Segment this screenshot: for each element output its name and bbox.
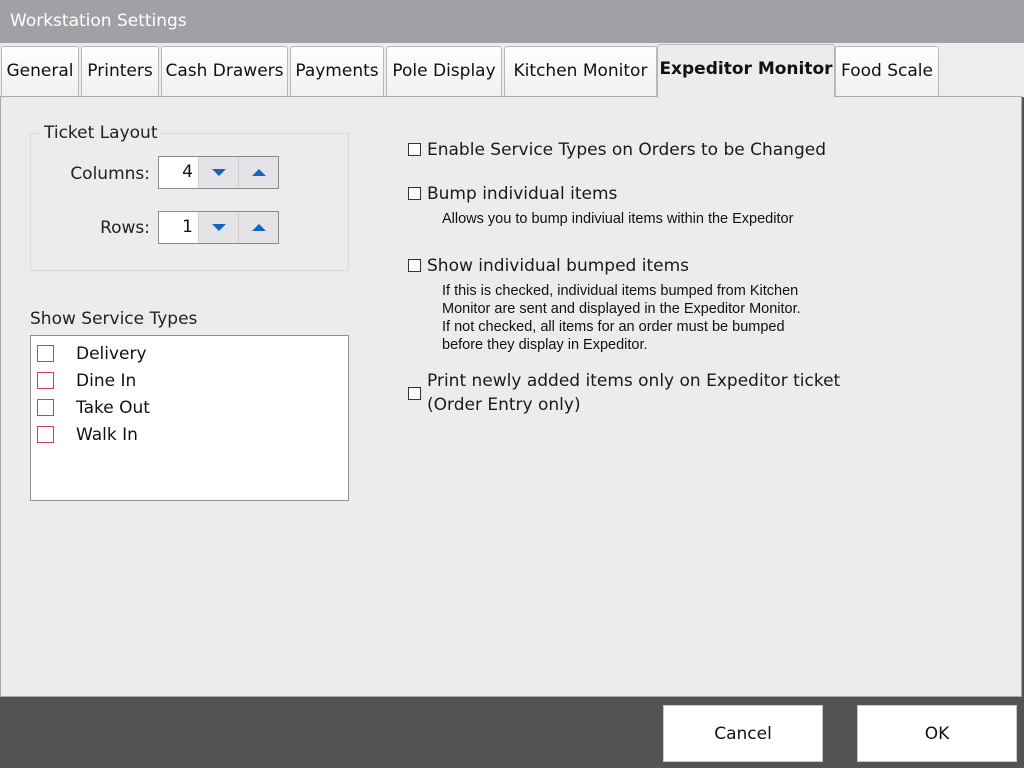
rows-value[interactable]: 1	[159, 212, 198, 243]
show-bumped-description: If this is checked, individual items bum…	[442, 282, 801, 354]
columns-label: Columns:	[70, 164, 150, 184]
description-line: If this is checked, individual items bum…	[442, 283, 799, 299]
rows-stepper: 1	[158, 211, 279, 244]
service-type-label: Take Out	[76, 397, 150, 418]
description-line: If not checked, all items for an order m…	[442, 319, 785, 335]
rows-increment-button[interactable]	[238, 212, 278, 243]
bump-individual-description: Allows you to bump indiviual items withi…	[442, 211, 794, 227]
option-bump-individual-items[interactable]: Bump individual items	[408, 182, 617, 206]
columns-increment-button[interactable]	[238, 157, 278, 188]
option-show-bumped-items[interactable]: Show individual bumped items	[408, 254, 689, 278]
cancel-button[interactable]: Cancel	[663, 705, 823, 762]
tab-payments[interactable]: Payments	[290, 46, 384, 97]
service-type-delivery[interactable]: Delivery	[31, 340, 348, 367]
checkbox[interactable]	[408, 386, 421, 400]
tab-expeditor-monitor[interactable]: Expeditor Monitor	[657, 44, 835, 98]
tab-kitchen-monitor[interactable]: Kitchen Monitor	[504, 46, 657, 97]
option-label-line: Print newly added items only on Expedito…	[427, 371, 841, 391]
checkbox[interactable]	[37, 426, 54, 443]
service-type-walk-in[interactable]: Walk In	[31, 421, 348, 448]
option-print-newly-added[interactable]: Print newly added items only on Expedito…	[408, 369, 840, 417]
service-type-dine-in[interactable]: Dine In	[31, 367, 348, 394]
service-type-label: Dine In	[76, 370, 137, 391]
description-line: Monitor are sent and displayed in the Ex…	[442, 301, 801, 317]
checkbox[interactable]	[37, 399, 54, 416]
rows-decrement-button[interactable]	[198, 212, 238, 243]
arrow-up-icon	[251, 169, 266, 176]
checkbox[interactable]	[408, 187, 421, 200]
option-label: Bump individual items	[427, 184, 618, 204]
tab-pole-display[interactable]: Pole Display	[386, 46, 502, 97]
service-type-label: Delivery	[76, 343, 147, 364]
option-label: Show individual bumped items	[427, 256, 690, 276]
rows-label: Rows:	[100, 218, 150, 238]
service-type-take-out[interactable]: Take Out	[31, 394, 348, 421]
service-types-list: Delivery Dine In Take Out Walk In	[30, 335, 349, 501]
show-service-types-label: Show Service Types	[30, 309, 198, 329]
columns-value[interactable]: 4	[159, 157, 198, 188]
option-label: Print newly added items only on Expedito…	[427, 369, 840, 417]
tab-general[interactable]: General	[1, 46, 79, 97]
checkbox[interactable]	[37, 345, 54, 362]
columns-stepper: 4	[158, 156, 279, 189]
service-type-label: Walk In	[76, 424, 138, 445]
description-line: before they display in Expeditor.	[442, 337, 648, 353]
option-label: Enable Service Types on Orders to be Cha…	[427, 140, 827, 160]
tab-food-scale[interactable]: Food Scale	[835, 46, 939, 97]
tab-strip: General Printers Cash Drawers Payments P…	[0, 43, 1024, 98]
tab-printers[interactable]: Printers	[81, 46, 159, 97]
ticket-layout-title: Ticket Layout	[42, 123, 160, 143]
option-enable-service-types[interactable]: Enable Service Types on Orders to be Cha…	[408, 138, 826, 162]
ok-button[interactable]: OK	[857, 705, 1017, 762]
checkbox[interactable]	[408, 259, 421, 272]
tab-cash-drawers[interactable]: Cash Drawers	[161, 46, 288, 97]
settings-panel: Ticket Layout Columns: 4 Rows: 1 Show Se…	[0, 96, 1022, 697]
checkbox[interactable]	[37, 372, 54, 389]
arrow-down-icon	[211, 169, 226, 176]
columns-decrement-button[interactable]	[198, 157, 238, 188]
option-label-line: (Order Entry only)	[427, 395, 581, 415]
checkbox[interactable]	[408, 143, 421, 156]
arrow-down-icon	[211, 224, 226, 231]
ticket-layout-group	[30, 133, 349, 271]
arrow-up-icon	[251, 224, 266, 231]
window-title: Workstation Settings	[0, 0, 1024, 43]
